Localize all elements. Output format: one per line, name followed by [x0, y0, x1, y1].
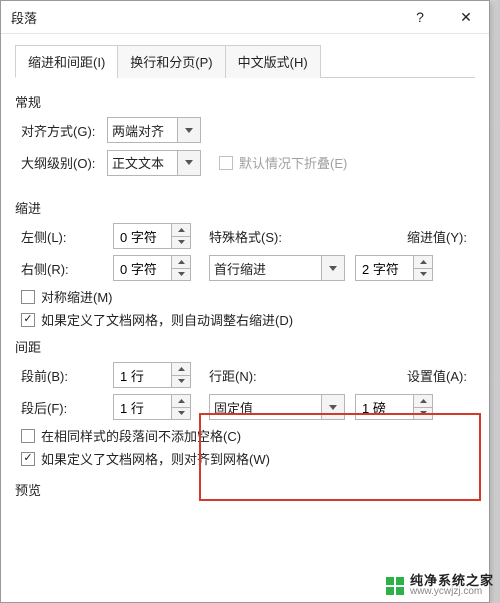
- indent-by-label: 缩进值(Y):: [407, 227, 475, 246]
- line-spacing-value: 固定值: [214, 398, 253, 417]
- tab-label: 换行和分页(P): [130, 55, 212, 70]
- space-after-label: 段后(F):: [15, 398, 113, 417]
- tab-indent-spacing[interactable]: 缩进和间距(I): [15, 45, 118, 78]
- dialog-body: 缩进和间距(I) 换行和分页(P) 中文版式(H) 常规 对齐方式(G): 两端…: [1, 34, 489, 499]
- outline-level-select[interactable]: 正文文本: [107, 150, 201, 176]
- indent-by-spinner[interactable]: [355, 255, 433, 281]
- section-spacing: 间距: [15, 337, 475, 356]
- checkbox-checked-icon: [21, 452, 35, 466]
- section-indent: 缩进: [15, 198, 475, 217]
- spinner-up-icon[interactable]: [414, 395, 432, 407]
- indent-left-spinner[interactable]: [113, 223, 191, 249]
- section-preview: 预览: [15, 480, 475, 499]
- checkbox-box-icon: [21, 290, 35, 304]
- at-label: 设置值(A):: [407, 366, 475, 385]
- space-after-value[interactable]: [118, 399, 170, 416]
- space-after-spinner[interactable]: [113, 394, 191, 420]
- paragraph-dialog: 段落 ? ✕ 缩进和间距(I) 换行和分页(P) 中文版式(H) 常规 对齐方式…: [0, 0, 490, 603]
- alignment-value: 两端对齐: [112, 121, 164, 140]
- auto-adjust-grid-checkbox[interactable]: 如果定义了文档网格，则自动调整右缩进(D): [15, 310, 475, 329]
- chevron-down-icon: [177, 118, 200, 142]
- chevron-down-icon: [321, 395, 344, 419]
- line-spacing-label: 行距(N):: [209, 366, 305, 385]
- outline-level-value: 正文文本: [112, 153, 164, 172]
- spinner-down-icon[interactable]: [172, 236, 190, 249]
- tab-label: 中文版式(H): [238, 55, 308, 70]
- indent-right-label: 右侧(R):: [15, 259, 113, 278]
- checkbox-box-icon: [21, 429, 35, 443]
- special-format-label: 特殊格式(S):: [209, 227, 305, 246]
- space-before-label: 段前(B):: [15, 366, 113, 385]
- dialog-title: 段落: [11, 8, 397, 27]
- space-before-value[interactable]: [118, 367, 170, 384]
- special-format-select[interactable]: 首行缩进: [209, 255, 345, 281]
- tab-asian-typography[interactable]: 中文版式(H): [225, 45, 321, 78]
- spinner-down-icon[interactable]: [172, 407, 190, 420]
- indent-by-value[interactable]: [360, 260, 412, 277]
- checkbox-box-icon: [219, 156, 233, 170]
- outline-level-label: 大纲级别(O):: [15, 153, 107, 172]
- at-value[interactable]: [360, 399, 412, 416]
- titlebar: 段落 ? ✕: [1, 1, 489, 34]
- no-space-same-style-checkbox[interactable]: 在相同样式的段落间不添加空格(C): [15, 426, 475, 445]
- close-button[interactable]: ✕: [443, 1, 489, 33]
- chevron-down-icon: [177, 151, 200, 175]
- collapse-label: 默认情况下折叠(E): [239, 153, 347, 172]
- alignment-label: 对齐方式(G):: [15, 121, 107, 140]
- spinner-up-icon[interactable]: [172, 256, 190, 268]
- spinner-up-icon[interactable]: [172, 224, 190, 236]
- help-button[interactable]: ?: [397, 1, 443, 33]
- at-spinner[interactable]: [355, 394, 433, 420]
- spinner-down-icon[interactable]: [414, 407, 432, 420]
- indent-right-spinner[interactable]: [113, 255, 191, 281]
- spinner-down-icon[interactable]: [414, 268, 432, 281]
- indent-left-value[interactable]: [118, 228, 170, 245]
- snap-to-grid-label: 如果定义了文档网格，则对齐到网格(W): [41, 449, 270, 468]
- collapse-checkbox: 默认情况下折叠(E): [213, 153, 347, 172]
- tab-label: 缩进和间距(I): [28, 55, 105, 70]
- indent-left-label: 左侧(L):: [15, 227, 113, 246]
- mirror-indent-label: 对称缩进(M): [41, 287, 113, 306]
- section-general: 常规: [15, 92, 475, 111]
- tab-strip: 缩进和间距(I) 换行和分页(P) 中文版式(H): [15, 44, 475, 78]
- space-before-spinner[interactable]: [113, 362, 191, 388]
- no-space-same-style-label: 在相同样式的段落间不添加空格(C): [41, 426, 241, 445]
- indent-right-value[interactable]: [118, 260, 170, 277]
- special-format-value: 首行缩进: [214, 259, 266, 278]
- spinner-down-icon[interactable]: [172, 375, 190, 388]
- snap-to-grid-checkbox[interactable]: 如果定义了文档网格，则对齐到网格(W): [15, 449, 475, 468]
- auto-adjust-grid-label: 如果定义了文档网格，则自动调整右缩进(D): [41, 310, 293, 329]
- checkbox-checked-icon: [21, 313, 35, 327]
- spinner-down-icon[interactable]: [172, 268, 190, 281]
- spinner-up-icon[interactable]: [172, 395, 190, 407]
- mirror-indent-checkbox[interactable]: 对称缩进(M): [15, 287, 475, 306]
- spinner-up-icon[interactable]: [414, 256, 432, 268]
- chevron-down-icon: [321, 256, 344, 280]
- line-spacing-select[interactable]: 固定值: [209, 394, 345, 420]
- alignment-select[interactable]: 两端对齐: [107, 117, 201, 143]
- spinner-up-icon[interactable]: [172, 363, 190, 375]
- tab-line-page-breaks[interactable]: 换行和分页(P): [117, 45, 225, 78]
